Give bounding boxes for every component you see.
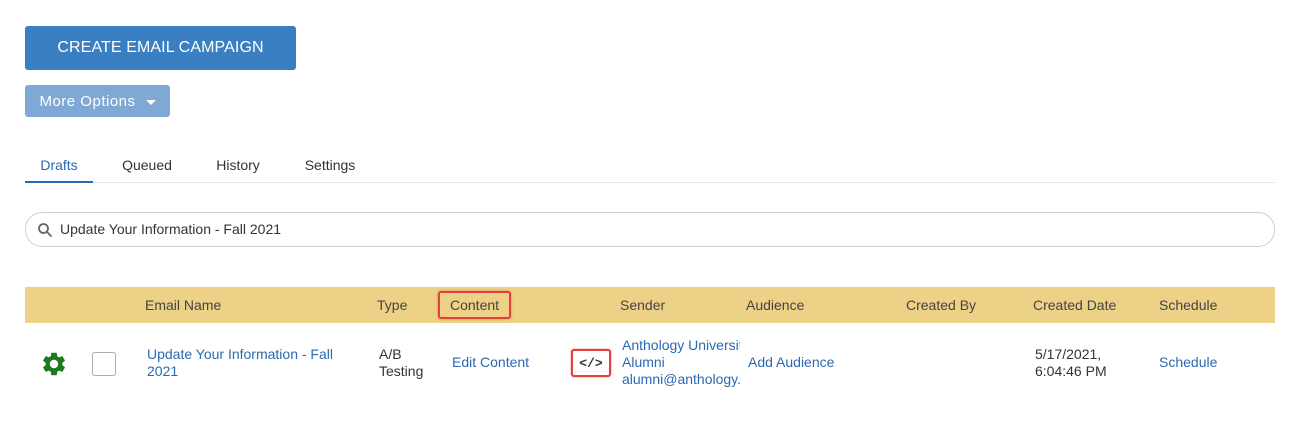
header-created-date[interactable]: Created Date <box>1033 287 1116 323</box>
created-date-cell: 5/17/2021, 6:04:46 PM <box>1035 346 1107 380</box>
schedule-link[interactable]: Schedule <box>1159 354 1217 371</box>
email-name-line-2: 2021 <box>147 363 179 379</box>
header-type[interactable]: Type <box>377 287 407 323</box>
tab-drafts[interactable]: Drafts <box>25 148 93 183</box>
sender-line-3: alumni@anthology.com <box>622 371 740 387</box>
email-name-line-1: Update Your Information - Fall <box>147 346 333 362</box>
type-cell: A/B Testing <box>379 346 439 380</box>
more-options-label: More Options <box>39 92 136 110</box>
sender-cell[interactable]: Anthology University Alumni alumni@antho… <box>622 337 740 388</box>
created-date-line-1: 5/17/2021, <box>1035 346 1102 362</box>
code-icon: </> <box>579 355 603 371</box>
type-line-1: A/B <box>379 346 402 362</box>
header-created-by[interactable]: Created By <box>906 287 976 323</box>
email-name-link[interactable]: Update Your Information - Fall 2021 <box>147 346 347 380</box>
add-audience-link[interactable]: Add Audience <box>748 354 834 371</box>
header-schedule[interactable]: Schedule <box>1159 287 1217 323</box>
header-sender[interactable]: Sender <box>620 287 665 323</box>
search-input[interactable] <box>60 219 1250 239</box>
sender-line-2: Alumni <box>622 354 665 370</box>
table-header: Email Name Type Content Sender Audience … <box>25 287 1275 323</box>
edit-content-link[interactable]: Edit Content <box>452 354 529 371</box>
more-options-button[interactable]: More Options <box>25 85 170 117</box>
type-line-2: Testing <box>379 363 424 379</box>
table-row: Update Your Information - Fall 2021 A/B … <box>25 323 1275 403</box>
code-view-button[interactable]: </> <box>571 349 611 377</box>
gear-icon[interactable] <box>40 350 68 378</box>
caret-down-icon <box>145 99 156 105</box>
search-icon <box>38 223 52 237</box>
tab-history[interactable]: History <box>203 148 273 181</box>
tab-bar: Drafts Queued History Settings <box>25 148 1275 183</box>
tab-queued[interactable]: Queued <box>109 148 185 181</box>
header-audience[interactable]: Audience <box>746 287 804 323</box>
tab-settings[interactable]: Settings <box>293 148 367 181</box>
create-email-campaign-button[interactable]: CREATE EMAIL CAMPAIGN <box>25 26 296 70</box>
header-content[interactable]: Content <box>438 291 512 319</box>
search-box <box>25 212 1275 247</box>
sender-line-1: Anthology University <box>622 337 740 353</box>
created-date-line-2: 6:04:46 PM <box>1035 363 1107 379</box>
row-select-checkbox[interactable] <box>92 352 116 376</box>
header-email-name[interactable]: Email Name <box>145 287 221 323</box>
